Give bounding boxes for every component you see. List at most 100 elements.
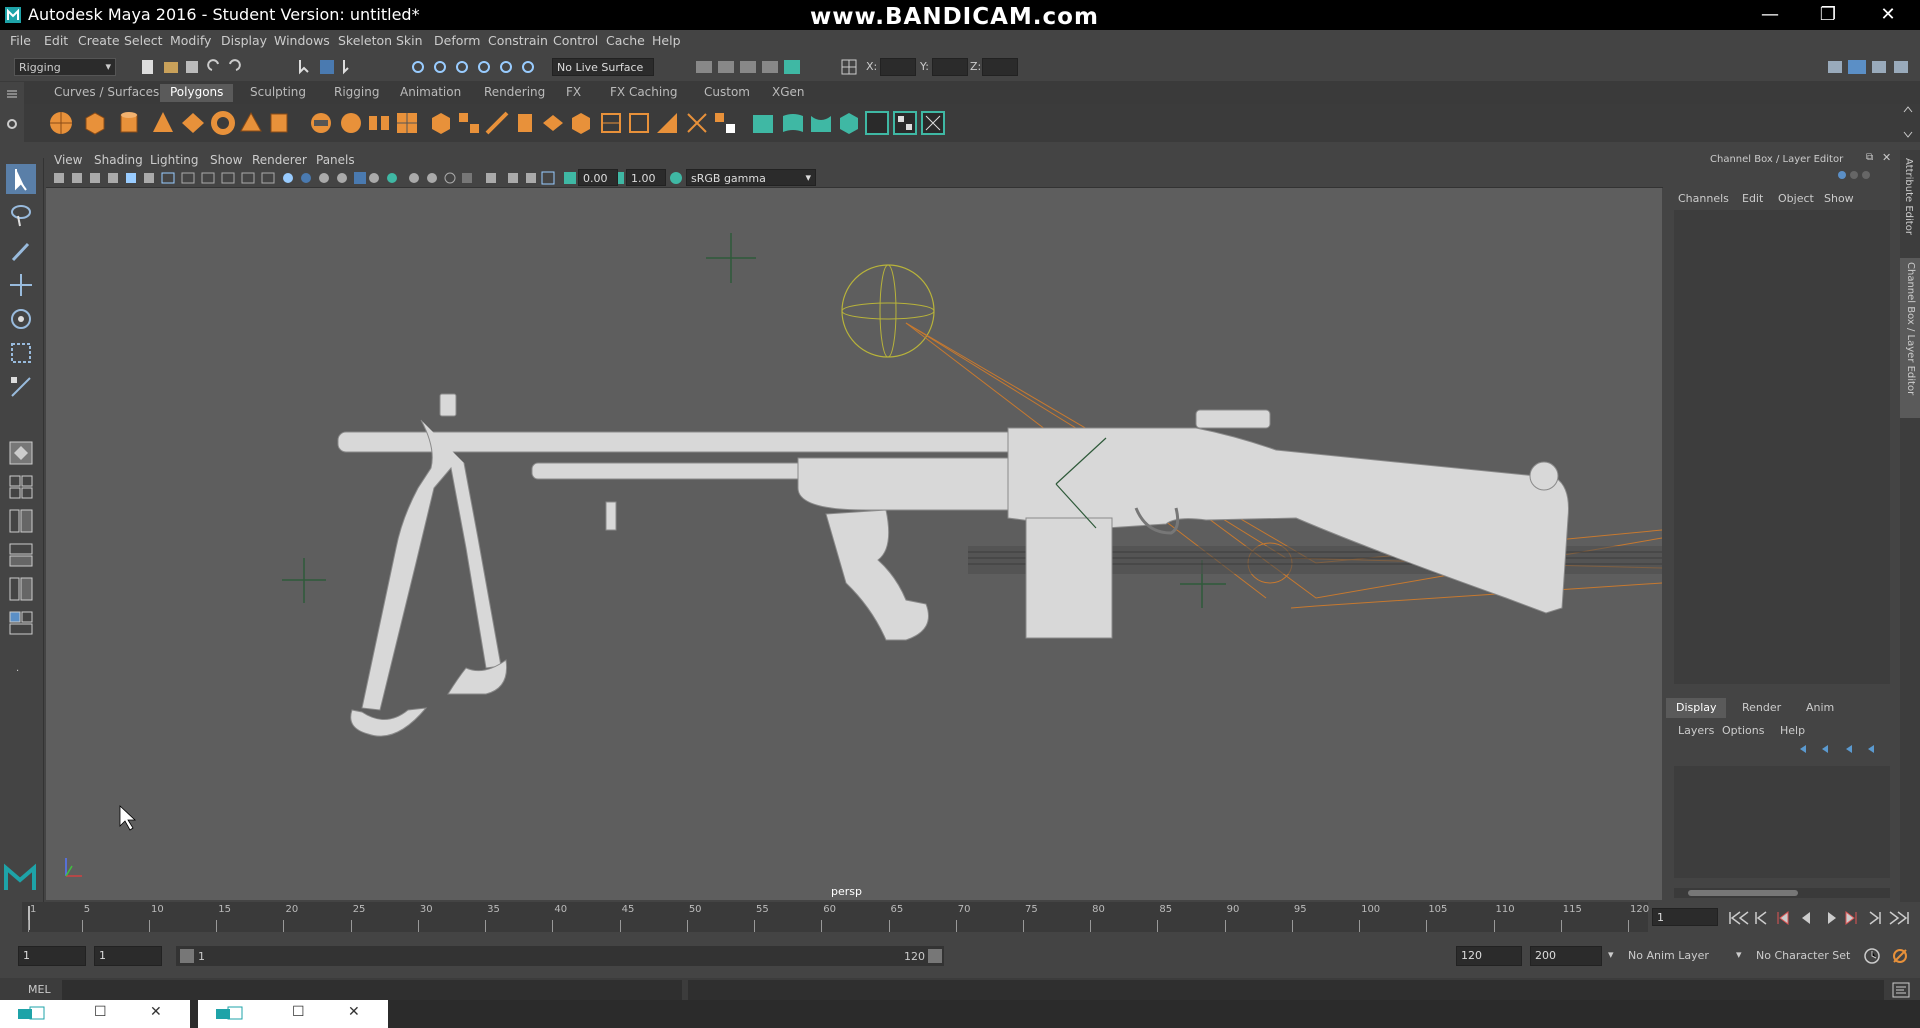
poly-pipe-icon[interactable] <box>266 110 292 136</box>
select-tool[interactable] <box>6 164 36 194</box>
uv-spherical-icon[interactable] <box>808 110 834 136</box>
current-frame-input[interactable]: 1 <box>1652 908 1718 926</box>
playback-end-input[interactable]: 120 <box>1456 946 1522 966</box>
menu-deform[interactable]: Deform <box>434 33 480 48</box>
menu-create[interactable]: Create <box>78 33 120 48</box>
uv-cylindrical-icon[interactable] <box>780 110 806 136</box>
y-input[interactable] <box>932 58 968 76</box>
render-icons[interactable] <box>694 58 808 76</box>
z-input[interactable] <box>982 58 1018 76</box>
move-tool-icon[interactable] <box>8 272 34 298</box>
mel-input[interactable] <box>62 980 682 1000</box>
uv-cut-icon[interactable] <box>920 110 946 136</box>
vp-menu-show[interactable]: Show <box>210 153 242 167</box>
playback-start-input[interactable]: 1 <box>94 946 162 966</box>
channel-list[interactable] <box>1674 210 1890 684</box>
tab-attribute-editor[interactable]: Attribute Editor <box>1903 158 1914 235</box>
paint-select-icon[interactable] <box>8 238 34 264</box>
menu-modify[interactable]: Modify <box>170 33 211 48</box>
minimize-button[interactable]: — <box>1750 4 1790 25</box>
uv-unfold-icon[interactable] <box>864 110 890 136</box>
uv-planar-icon[interactable] <box>750 110 776 136</box>
live-surface-field[interactable]: No Live Surface <box>552 58 654 76</box>
minimized-window-2[interactable]: ☐ ✕ <box>198 1000 388 1028</box>
poly-pyramid-icon[interactable] <box>238 110 264 136</box>
poly-torus-icon[interactable] <box>210 110 236 136</box>
menu-skeleton[interactable]: Skeleton <box>338 33 392 48</box>
poly-cylinder-icon[interactable] <box>116 110 142 136</box>
single-view-icon[interactable] <box>8 440 34 466</box>
extrude-icon[interactable] <box>512 110 538 136</box>
rotate-tool-icon[interactable] <box>8 306 34 332</box>
selection-mask-icons[interactable] <box>296 58 376 76</box>
scale-tool-icon[interactable] <box>8 340 34 366</box>
menu-control[interactable]: Control <box>553 33 598 48</box>
vp-menu-shading[interactable]: Shading <box>94 153 143 167</box>
time-slider[interactable]: 1 5 10 15 20 25 30 35 40 45 50 55 60 65 70 75 80 85 90 95 10… <box>0 902 1920 938</box>
uv-automatic-icon[interactable] <box>836 110 862 136</box>
menu-cache[interactable]: Cache <box>606 33 645 48</box>
scrollbar-thumb[interactable] <box>1688 890 1798 896</box>
menu-constrain[interactable]: Constrain <box>488 33 548 48</box>
extract-icon[interactable] <box>366 110 392 136</box>
playback-controls[interactable] <box>1726 908 1916 928</box>
chevron-down-icon[interactable]: ▾ <box>1736 948 1742 961</box>
persp-graph-icon[interactable] <box>8 542 34 568</box>
fill-hole-icon[interactable] <box>654 110 680 136</box>
tab-channel-box[interactable]: Channel Box / Layer Editor <box>1900 258 1920 418</box>
four-view-icon[interactable] <box>8 474 34 500</box>
prefs-icons[interactable] <box>1862 946 1916 966</box>
transform-mode-icon[interactable] <box>840 58 858 76</box>
range-handle-end[interactable] <box>928 949 942 963</box>
panel-toggle-icons[interactable] <box>1826 58 1916 76</box>
layer-tab-display[interactable]: Display <box>1666 698 1726 718</box>
persp-viewport[interactable]: persp <box>46 188 1662 900</box>
menu-display[interactable]: Display <box>221 33 267 48</box>
close-icon[interactable]: ✕ <box>348 1004 360 1020</box>
cb-menu-channels[interactable]: Channels <box>1678 192 1729 205</box>
uv-layout-icon[interactable] <box>8 610 34 636</box>
layer-list[interactable] <box>1674 766 1890 878</box>
gamma-input[interactable]: 1.00 <box>626 169 666 186</box>
separate-icon[interactable] <box>338 110 364 136</box>
layer-action-icons[interactable] <box>1796 742 1880 756</box>
insert-edgeloop-icon[interactable] <box>598 110 624 136</box>
combine-icon[interactable] <box>308 110 334 136</box>
exposure-input[interactable]: 0.00 <box>578 169 618 186</box>
layer-tab-anim[interactable]: Anim <box>1792 698 1852 718</box>
cb-menu-object[interactable]: Object <box>1778 192 1814 205</box>
timeline-track[interactable]: 1 5 10 15 20 25 30 35 40 45 50 55 60 65 70 75 80 85 90 95 10… <box>22 902 1649 932</box>
shelf-tab-rigging[interactable]: Rigging <box>324 84 389 102</box>
hypershade-layout-icon[interactable] <box>8 576 34 602</box>
bevel-icon[interactable] <box>540 110 566 136</box>
range-slider[interactable]: 1 120 <box>176 946 944 966</box>
cb-menu-edit[interactable]: Edit <box>1742 192 1763 205</box>
bridge-icon[interactable] <box>456 110 482 136</box>
smooth-icon[interactable] <box>394 110 420 136</box>
shelf-tab-fx-caching[interactable]: FX Caching <box>600 84 687 102</box>
channel-box-toggle-icons[interactable] <box>1836 168 1876 182</box>
shelf-tab-rendering[interactable]: Rendering <box>474 84 555 102</box>
last-tool-icon[interactable] <box>8 374 34 400</box>
shelf-tab-animation[interactable]: Animation <box>390 84 471 102</box>
shelf-tab-sculpting[interactable]: Sculpting <box>240 84 316 102</box>
vp-menu-lighting[interactable]: Lighting <box>150 153 199 167</box>
poly-cube-icon[interactable] <box>82 110 108 136</box>
persp-outliner-icon[interactable] <box>8 508 34 534</box>
file-tools-icons[interactable] <box>140 58 270 76</box>
uv-editor-icon[interactable] <box>712 110 738 136</box>
menu-select[interactable]: Select <box>124 33 163 48</box>
layer-scrollbar[interactable] <box>1674 888 1890 898</box>
shelf-menu-icon[interactable] <box>4 86 20 102</box>
layer-menu-layers[interactable]: Layers <box>1678 724 1714 737</box>
poly-cone-icon[interactable] <box>150 110 176 136</box>
minimized-window-1[interactable]: ☐ ✕ <box>0 1000 190 1028</box>
shelf-tab-custom[interactable]: Custom <box>694 84 760 102</box>
menu-file[interactable]: File <box>10 33 31 48</box>
append-icon[interactable] <box>568 110 594 136</box>
offset-edgeloop-icon[interactable] <box>626 110 652 136</box>
shelf-settings-icon[interactable] <box>4 116 20 132</box>
chevron-down-icon[interactable]: ▾ <box>1608 948 1614 961</box>
mel-label[interactable]: MEL <box>28 983 51 996</box>
viewport-toolbar-icons[interactable] <box>52 170 652 186</box>
